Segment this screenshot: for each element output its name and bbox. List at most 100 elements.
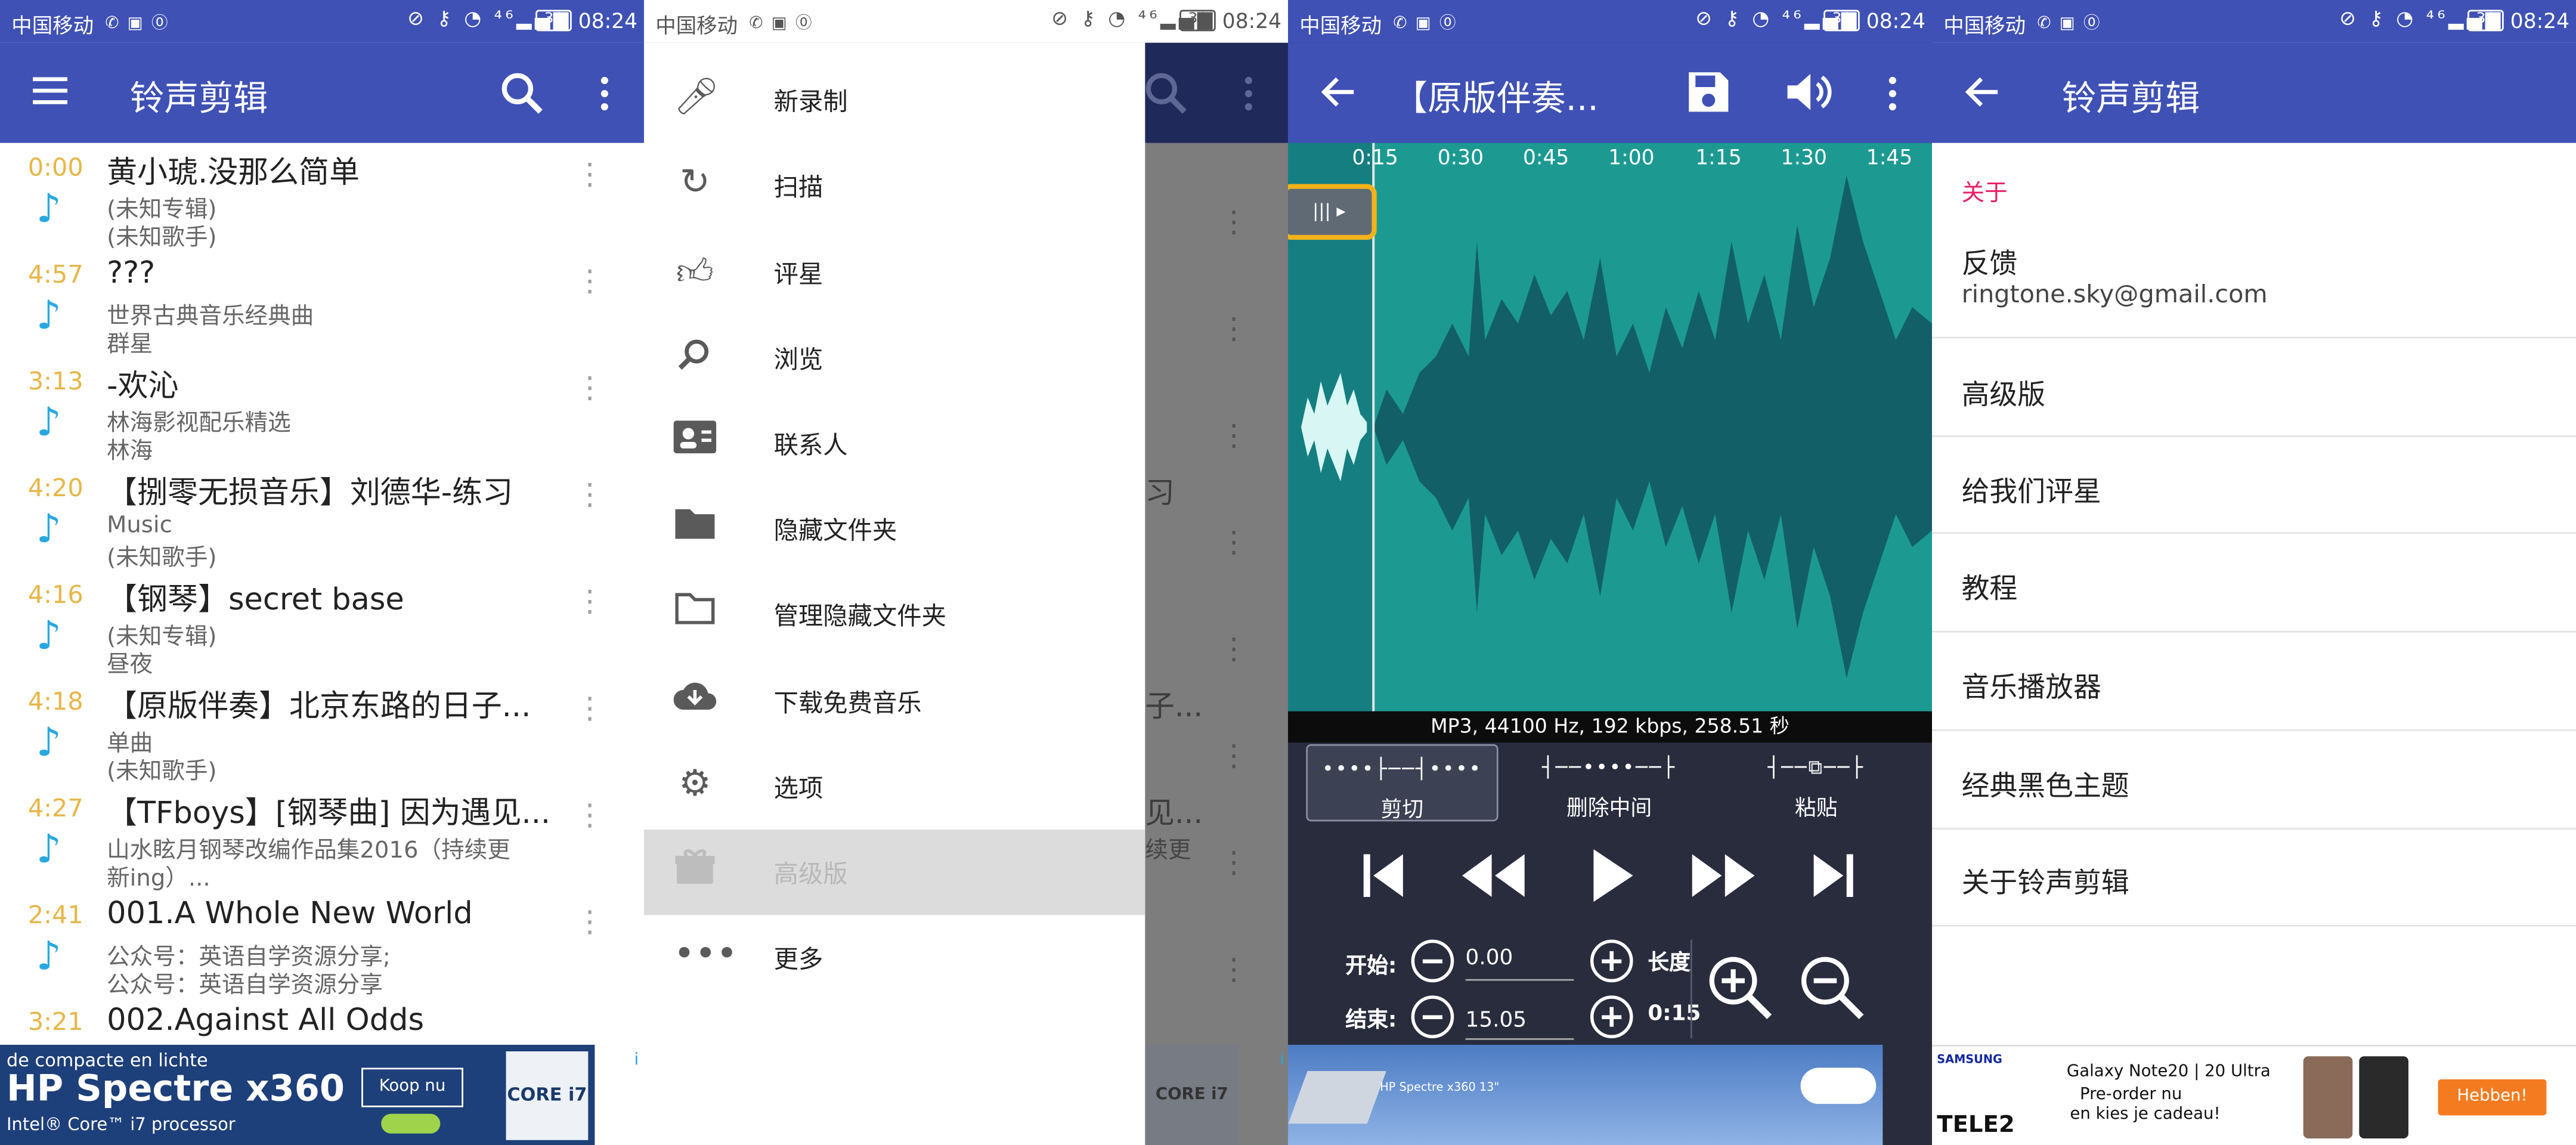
skip-end-icon[interactable] <box>1807 849 1860 902</box>
waveform-area[interactable]: 0:15 0:30 0:45 1:00 1:15 1:30 1:45 ||| ▸ <box>1288 143 1932 711</box>
skip-start-icon[interactable] <box>1357 849 1410 902</box>
feedback-row[interactable]: 反馈 ringtone.sky@gmail.com <box>1931 217 2576 339</box>
ad-line2: Pre-order nu <box>2079 1085 2182 1104</box>
ad-choices-icon[interactable]: i <box>634 1051 639 1069</box>
drawer-item-label: 新录制 <box>773 86 848 117</box>
ad-choices-icon[interactable]: i <box>1280 1051 1284 1069</box>
mode-paste-button[interactable]: ┤──⧉──├ 粘贴 <box>1722 744 1911 822</box>
zoom-in-icon[interactable] <box>1705 953 1775 1022</box>
back-arrow-icon[interactable] <box>1965 74 2001 117</box>
phone-image <box>2359 1056 2408 1138</box>
song-album: 林海影视配乐精选 <box>107 410 291 437</box>
folder-icon <box>674 506 717 549</box>
drawer-item-options[interactable]: ⚙ 选项 <box>644 744 1145 830</box>
play-icon[interactable] <box>1587 846 1636 905</box>
ad-telco: TELE2 <box>1937 1112 2015 1138</box>
contacts-icon <box>673 420 717 463</box>
end-minus-icon[interactable] <box>1410 994 1456 1040</box>
drawer-item-record[interactable]: 🎤︎ 新录制 <box>644 57 1145 143</box>
app-bar <box>1288 42 1932 143</box>
drawer-item-contacts[interactable]: 联系人 <box>644 401 1145 486</box>
song-title: 002.Against All Odds <box>107 1004 425 1038</box>
item-menu-icon[interactable]: ⋮ <box>575 267 605 297</box>
dimmed-overflow-icon <box>1237 76 1261 119</box>
list-item[interactable]: 0:00 ♪ 黄小琥.没那么简单 (未知专辑) (未知歌手) ⋮ <box>0 143 644 251</box>
hp-banner-ad[interactable]: de compacte en lichte HP Spectre x360 In… <box>0 1044 595 1145</box>
settings-row-tutorial[interactable]: 教程 <box>1931 534 2576 633</box>
mode-cut-button[interactable]: ••••├──┤•••• 剪切 <box>1306 744 1498 824</box>
hp-banner-ad[interactable]: HP Spectre x360 13" <box>1288 1044 1883 1145</box>
fast-forward-icon[interactable] <box>1689 849 1758 902</box>
start-marker-handle[interactable]: ||| ▸ <box>1288 184 1377 240</box>
mode-delete-middle-button[interactable]: ┤──••••──├ 删除中间 <box>1515 744 1704 821</box>
mode-label: 剪切 <box>1380 798 1424 824</box>
drawer-item-more[interactable]: ••• 更多 <box>644 915 1145 1000</box>
rewind-icon[interactable] <box>1459 849 1528 902</box>
list-item[interactable]: 2:41 ♪ 001.A Whole New World 公众号：英语自学资源分… <box>0 890 644 999</box>
clock: 08:24 <box>578 8 638 33</box>
song-title: -欢沁 <box>107 369 179 404</box>
settings-row-rate[interactable]: 给我们评星 <box>1931 437 2576 534</box>
drawer-item-premium[interactable]: 高级版 <box>644 830 1145 915</box>
start-input[interactable]: 0.00 <box>1465 946 1574 981</box>
item-menu-icon[interactable]: ⋮ <box>575 587 605 617</box>
ad-text: HP Spectre x360 13" <box>1380 1081 1500 1094</box>
overflow-menu-icon[interactable] <box>593 76 617 112</box>
drawer-item-hidden-folder[interactable]: 隐藏文件夹 <box>644 486 1145 571</box>
list-item[interactable]: 4:16 ♪ 【钢琴】secret base (未知专辑) 昼夜 ⋮ <box>0 570 644 678</box>
back-arrow-icon[interactable] <box>1321 74 1357 117</box>
drawer-item-label: 更多 <box>773 944 823 974</box>
drawer-item-rate[interactable]: 👍︎ 评星 <box>644 230 1145 315</box>
samsung-banner-ad[interactable]: SAMSUNG TELE2 Galaxy Note20 | 20 Ultra P… <box>1931 1044 2576 1145</box>
overflow-menu-icon[interactable] <box>1881 76 1905 119</box>
search-icon[interactable] <box>498 69 547 119</box>
song-list-screen: 中国移动 ✆ ▣ ⓪ ⊘ ⚷ ◔ ⁴⁶▂▄▆ 36 08:24 铃声剪辑 0:0… <box>0 0 644 1145</box>
list-item[interactable]: 4:18 ♪ 【原版伴奏】北京东路的日子... 单曲 (未知歌手) ⋮ <box>0 677 644 785</box>
settings-row-dark-theme[interactable]: 经典黑色主题 <box>1931 731 2576 830</box>
item-menu-icon[interactable]: ⋮ <box>575 694 605 724</box>
list-item[interactable]: 3:13 ♪ -欢沁 林海影视配乐精选 林海 ⋮ <box>0 357 644 465</box>
start-plus-icon[interactable] <box>1589 938 1634 984</box>
timeline-tick: 1:30 <box>1781 144 1827 169</box>
mode-label: 粘贴 <box>1794 797 1838 822</box>
start-minus-icon[interactable] <box>1410 938 1456 984</box>
song-title: 【原版伴奏】北京东路的日子... <box>107 689 531 725</box>
drawer-item-download[interactable]: 下载免费音乐 <box>644 659 1145 744</box>
drawer-item-label: 选项 <box>773 773 823 804</box>
item-menu-icon[interactable]: ⋮ <box>575 160 605 190</box>
ad-buy-button[interactable]: Koop nu <box>361 1067 463 1107</box>
list-item[interactable]: 4:27 ♪ 【TFboys】[钢琴曲] 因为遇见... 山水眩月钢琴改编作品集… <box>0 784 644 892</box>
drawer-item-label: 评星 <box>773 259 823 289</box>
item-menu-icon[interactable]: ⋮ <box>575 374 605 404</box>
editor-screen: 中国移动 ✆ ▣ ⓪ ⊘ ⚷ ◔ ⁴⁶▂▄▆ 36 08:24 【原版伴奏... <box>1288 0 1932 1145</box>
carrier-label: 中国移动 <box>655 13 738 38</box>
drawer-item-browse[interactable]: 浏览 <box>644 315 1145 401</box>
drawer-item-scan[interactable]: ↻ 扫描 <box>644 143 1145 228</box>
row-label: 关于铃声剪辑 <box>1961 867 2129 900</box>
volume-icon[interactable] <box>1784 69 1834 122</box>
list-item[interactable]: 4:20 ♪ 【捌零无损音乐】刘德华-练习 Music (未知歌手) ⋮ <box>0 463 644 571</box>
save-icon[interactable] <box>1686 69 1732 122</box>
settings-row-premium[interactable]: 高级版 <box>1931 338 2576 437</box>
end-input[interactable]: 15.05 <box>1465 1008 1574 1040</box>
song-duration: 4:16 <box>27 580 83 609</box>
drawer-item-label: 高级版 <box>773 859 848 889</box>
timeline-tick: 0:30 <box>1437 144 1484 169</box>
status-bar: 中国移动 ✆ ▣ ⓪ ⊘ ⚷ ◔ ⁴⁶▂▄▆ 36 08:24 <box>1931 0 2576 43</box>
settings-row-music-player[interactable]: 音乐播放器 <box>1931 633 2576 731</box>
ad-cta-button[interactable]: Hebben! <box>2438 1079 2547 1116</box>
ad-tagline: de compacte en lichte <box>7 1050 208 1072</box>
item-menu-icon[interactable]: ⋮ <box>575 801 605 831</box>
hamburger-menu-icon[interactable] <box>30 72 73 109</box>
settings-row-about-app[interactable]: 关于铃声剪辑 <box>1931 830 2576 927</box>
section-header-about: 关于 <box>1961 181 2008 208</box>
zoom-out-icon[interactable] <box>1797 953 1866 1022</box>
timeline-labels: 0:15 0:30 0:45 1:00 1:15 1:30 1:45 <box>1288 144 1932 171</box>
app-title: 铃声剪辑 <box>129 79 268 119</box>
app-bar <box>1931 42 2576 143</box>
drawer-item-manage-hidden[interactable]: 管理隐藏文件夹 <box>644 572 1145 657</box>
item-menu-icon[interactable]: ⋮ <box>575 481 605 510</box>
item-menu-icon[interactable]: ⋮ <box>575 908 605 937</box>
end-plus-icon[interactable] <box>1589 994 1634 1040</box>
list-item[interactable]: 4:57 ♪ ??? 世界古典音乐经典曲 群星 ⋮ <box>0 250 644 358</box>
